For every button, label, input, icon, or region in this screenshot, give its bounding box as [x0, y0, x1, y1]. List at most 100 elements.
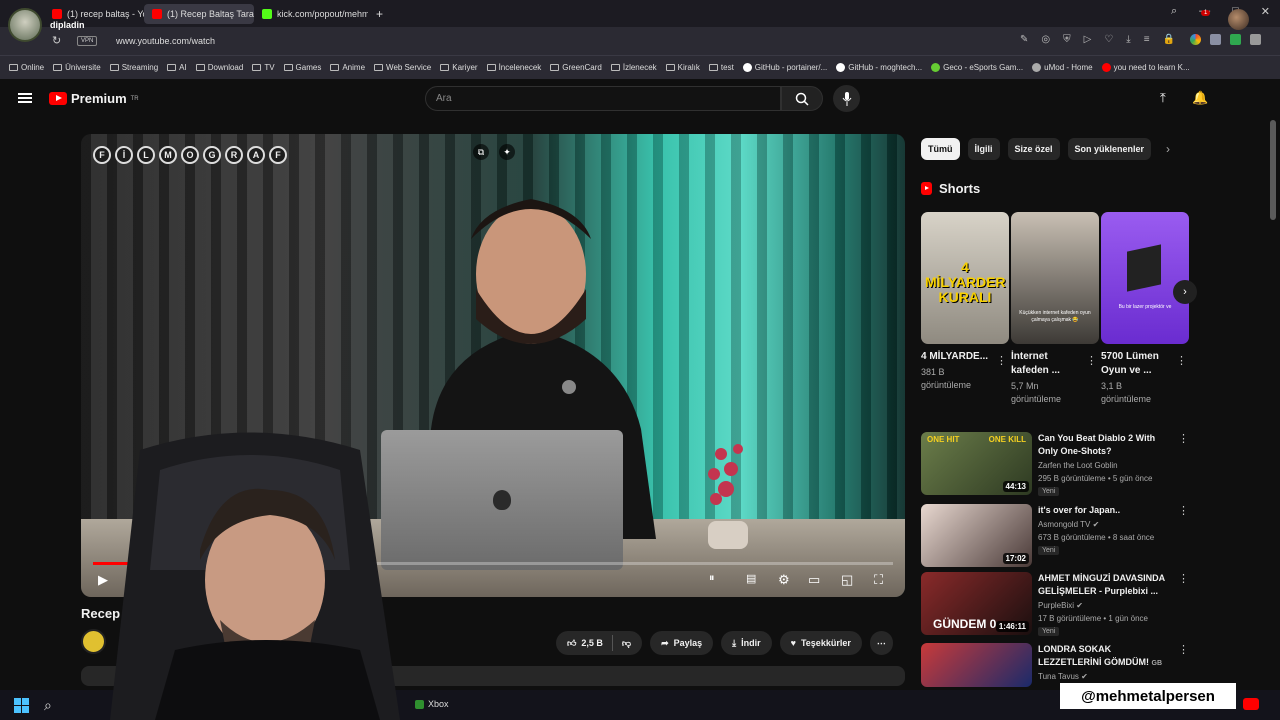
settings-gear-icon[interactable]: ⚙: [778, 572, 790, 588]
shield-icon[interactable]: ⛨: [1063, 34, 1071, 45]
chevron-right-icon[interactable]: ›: [1166, 142, 1170, 156]
extension-shield-icon[interactable]: [1210, 34, 1221, 45]
browser-tab-active[interactable]: (1) Recep Baltaş Tarafından: [144, 3, 254, 24]
reload-icon[interactable]: ↻: [52, 34, 61, 47]
search-tabs-icon[interactable]: ⌕: [1171, 5, 1177, 18]
folder-icon: [109, 64, 119, 71]
close-icon[interactable]: ✕: [1261, 5, 1270, 18]
more-vertical-icon[interactable]: ⋮: [996, 354, 1007, 367]
filter-chip[interactable]: İlgili: [967, 138, 1000, 160]
more-vertical-icon[interactable]: ⋮: [1176, 354, 1187, 367]
watermark-letter: G: [203, 146, 221, 164]
hamburger-menu-icon[interactable]: [18, 93, 32, 103]
bookmark-label: test: [720, 63, 734, 72]
heart-icon[interactable]: ♡: [1104, 34, 1113, 45]
bookmark-item[interactable]: uMod - Home: [1032, 63, 1093, 72]
notifications-bell-icon[interactable]: 🔔: [1192, 90, 1208, 106]
bookmark-item[interactable]: TV: [252, 63, 275, 72]
like-button[interactable]: 👍︎ 2,5 B 👎︎: [556, 631, 643, 655]
upload-icon[interactable]: ⤒: [1160, 90, 1166, 106]
browser-profile-avatar[interactable]: [8, 8, 42, 42]
thanks-button[interactable]: ♥ Teşekkürler: [779, 631, 862, 655]
filter-chip[interactable]: Size özel: [1007, 138, 1060, 160]
bookmark-item[interactable]: Geco - eSports Gam...: [931, 63, 1023, 72]
download-button[interactable]: ⤓ İndir: [721, 631, 772, 655]
channel-name[interactable]: Tuna Tavus: [1038, 672, 1079, 681]
menu-icon[interactable]: ≡: [1144, 34, 1150, 45]
taskbar-xbox[interactable]: Xbox: [428, 699, 449, 709]
thumbs-down-icon[interactable]: 👎︎: [622, 638, 631, 649]
filter-chip[interactable]: Tümü: [921, 138, 960, 160]
recommended-video[interactable]: ONE HIT ONE KILL 44:13 Can You Beat Diab…: [921, 432, 1191, 496]
bookmark-item[interactable]: GitHub - moghtech...: [836, 63, 922, 72]
recommended-video[interactable]: LONDRA SOKAK LEZZETLERİNİ GÖMDÜM! GB Tun…: [921, 643, 1191, 687]
browser-profile-name: dipladin: [50, 20, 85, 30]
bookmark-item[interactable]: AI: [167, 63, 187, 72]
ambient-sparkle-icon[interactable]: ✦: [499, 144, 515, 160]
watermark-letter: İ: [115, 146, 133, 164]
url-field[interactable]: www.youtube.com/watch: [116, 36, 215, 46]
share-button[interactable]: ➦ Paylaş: [650, 631, 714, 655]
cast-icon[interactable]: ◱: [841, 572, 853, 588]
bookmark-item[interactable]: Kiralık: [665, 63, 700, 72]
extension-icon[interactable]: [1230, 34, 1241, 45]
short-card[interactable]: 4 MİLYARDER KURALI 4 MİLYARDE... 381 B g…: [921, 212, 1009, 392]
download-icon[interactable]: ⤓: [1126, 34, 1130, 45]
search-button[interactable]: [781, 86, 823, 111]
more-vertical-icon[interactable]: ⋮: [1178, 504, 1189, 517]
vpn-badge[interactable]: VPN: [77, 36, 98, 46]
more-vertical-icon[interactable]: ⋮: [1178, 572, 1189, 585]
page-scrollbar[interactable]: [1270, 120, 1276, 220]
bookmark-item[interactable]: GreenCard: [550, 63, 602, 72]
search-input[interactable]: Ara: [425, 86, 781, 111]
bookmark-item[interactable]: Download: [195, 63, 243, 72]
channel-name[interactable]: Zarfen the Loot Goblin: [1038, 461, 1118, 470]
extension-puzzle-icon[interactable]: [1250, 34, 1261, 45]
new-tab-button[interactable]: +: [368, 4, 392, 24]
bookmark-item[interactable]: Kariyer: [440, 63, 478, 72]
bookmark-item[interactable]: Online: [9, 63, 44, 72]
edit-icon[interactable]: ✎: [1020, 34, 1028, 45]
recommended-video[interactable]: GÜNDEM 0 1:46:11 AHMET MİNGUZİ DAVASINDA…: [921, 572, 1191, 636]
youtube-account-avatar[interactable]: [1228, 9, 1249, 30]
shorts-next-chevron-icon[interactable]: ›: [1173, 280, 1197, 304]
play-icon[interactable]: ▷: [1084, 34, 1092, 45]
folder-icon: [283, 64, 293, 71]
youtube-logo[interactable]: Premium TR: [49, 91, 139, 106]
bookmark-item[interactable]: Anime: [330, 63, 365, 72]
short-views: 5,7 Mn görüntüleme: [1011, 381, 1062, 404]
more-vertical-icon[interactable]: ⋮: [1178, 432, 1189, 445]
channel-name[interactable]: PurpleBixi: [1038, 601, 1074, 610]
bookmark-item[interactable]: İncelenecek: [486, 63, 541, 72]
short-card[interactable]: Küçükken internet kafeden oyun çalmaya ç…: [1011, 212, 1099, 406]
lock-icon[interactable]: 🔒: [1163, 34, 1175, 45]
more-vertical-icon[interactable]: ⋮: [1178, 643, 1189, 656]
theater-mode-icon[interactable]: ▭: [808, 572, 820, 588]
subtitles-icon[interactable]: ▤: [746, 572, 756, 585]
camera-icon[interactable]: ◎: [1041, 34, 1050, 45]
extension-icon[interactable]: [1190, 34, 1201, 45]
recommended-video[interactable]: 17:02 it's over for Japan.. Asmongold TV…: [921, 504, 1191, 567]
browser-tab[interactable]: kick.com/popout/mehmet: [254, 4, 368, 24]
bookmark-item[interactable]: test: [708, 63, 734, 72]
short-card[interactable]: Bu bir lazer projektör ve 5700 Lümen Oyu…: [1101, 212, 1189, 406]
youtube-tray-icon[interactable]: [1243, 698, 1259, 710]
more-actions-button[interactable]: ⋯: [869, 631, 893, 655]
bookmark-item[interactable]: you need to learn K...: [1101, 63, 1190, 72]
fullscreen-icon[interactable]: ⛶: [874, 572, 883, 588]
bookmark-item[interactable]: Games: [283, 63, 321, 72]
windows-start-icon[interactable]: [14, 698, 29, 713]
bookmark-item[interactable]: Web Service: [374, 63, 431, 72]
country-suffix: GB: [1151, 660, 1163, 667]
more-vertical-icon[interactable]: ⋮: [1086, 354, 1097, 367]
taskbar-search-icon[interactable]: ⌕: [44, 697, 52, 714]
bookmark-item[interactable]: GitHub - portainer/...: [742, 63, 827, 72]
filter-chip[interactable]: Son yüklenenler: [1067, 138, 1152, 160]
voice-search-button[interactable]: [833, 85, 860, 112]
channel-name[interactable]: Asmongold TV: [1038, 520, 1090, 529]
bookmark-item[interactable]: İzlenecek: [610, 63, 657, 72]
bookmark-item[interactable]: Streaming: [109, 63, 158, 72]
miniplayer-icon[interactable]: ⧉: [473, 144, 489, 160]
bookmark-item[interactable]: Üniversite: [53, 63, 101, 72]
autoplay-toggle-icon[interactable]: ⏸: [709, 572, 715, 585]
